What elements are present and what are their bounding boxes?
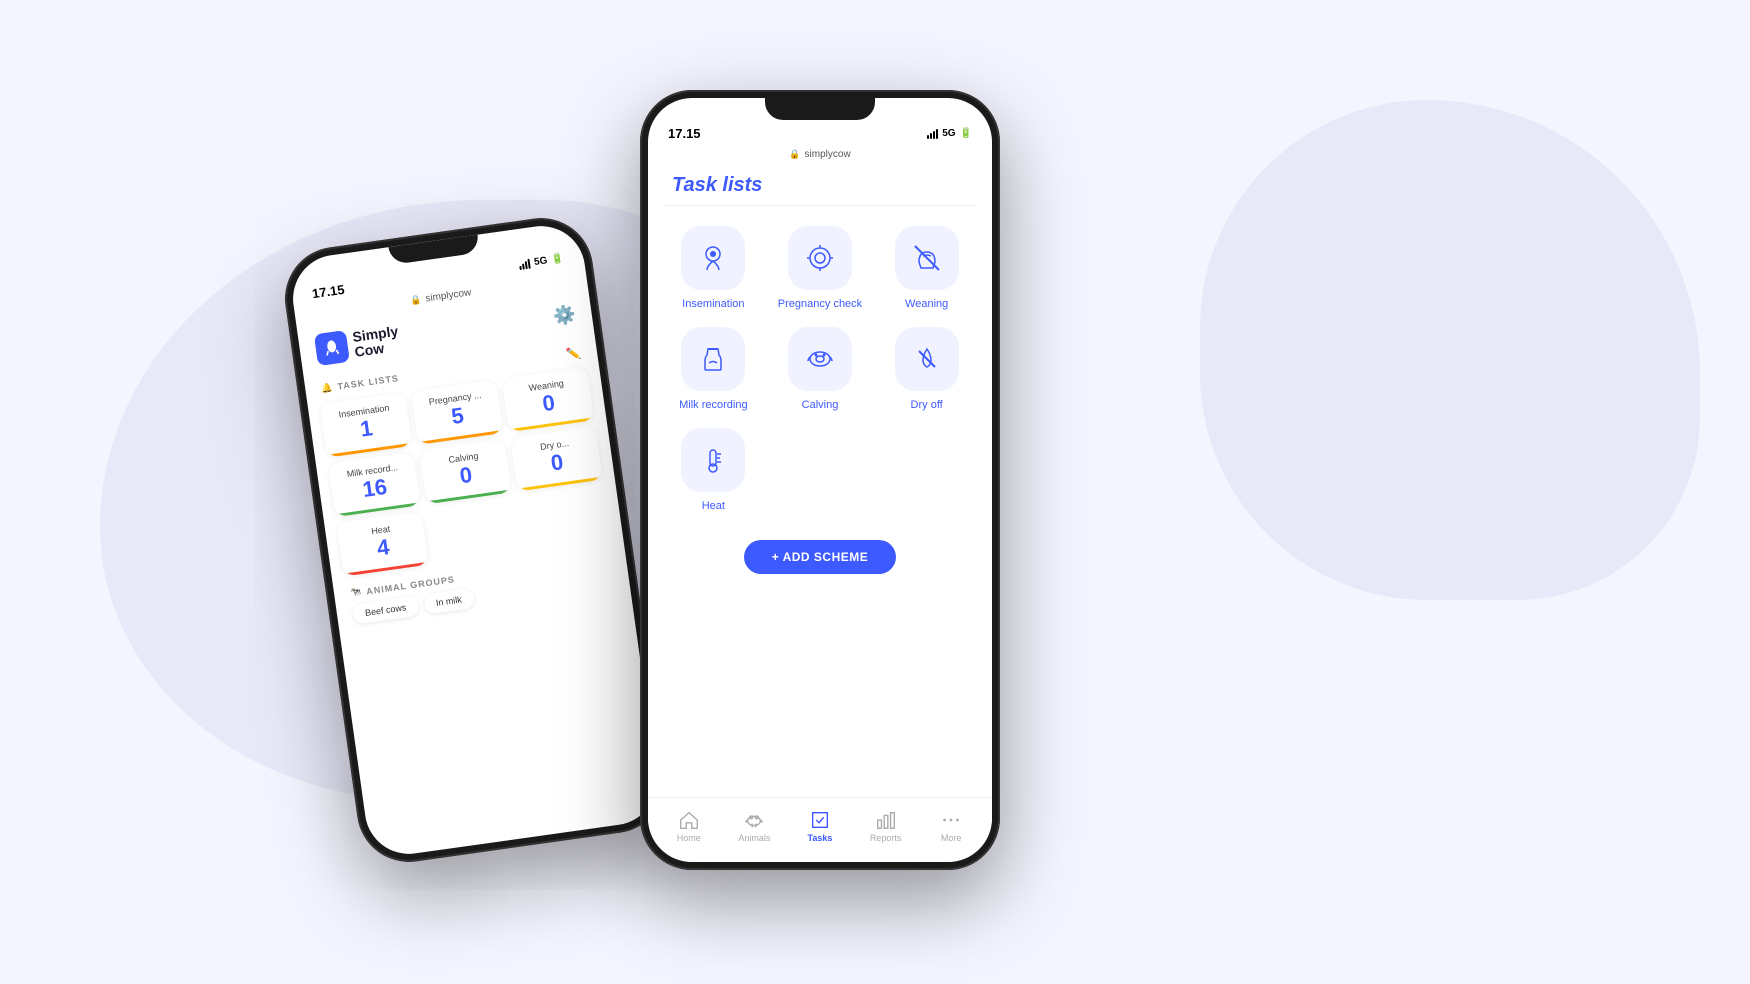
heat-icon-circle xyxy=(681,428,745,492)
animal-tag-milk[interactable]: In milk xyxy=(423,588,475,615)
logo-area: Simply Cow xyxy=(314,323,402,366)
tasks-label: Tasks xyxy=(808,833,833,843)
address-bar-front: 🔒 simplycow xyxy=(648,145,992,166)
dryoff-icon xyxy=(911,343,943,375)
task-item-insemination[interactable]: Insemination xyxy=(668,226,759,311)
nav-reports[interactable]: Reports xyxy=(862,809,910,843)
nav-more[interactable]: More xyxy=(927,809,975,843)
add-scheme-container: + ADD SCHEME xyxy=(648,540,992,574)
lock-icon-front: 🔒 xyxy=(789,149,800,160)
network-back: 5G xyxy=(533,255,548,268)
nav-animals[interactable]: Animals xyxy=(730,809,778,843)
task-card-heat[interactable]: Heat 4 xyxy=(336,511,429,576)
task-item-pregnancy[interactable]: Pregnancy check xyxy=(775,226,866,311)
time-back: 17.15 xyxy=(311,282,345,301)
lock-icon-back: 🔒 xyxy=(410,294,423,306)
home-icon xyxy=(678,809,700,831)
calving-icon-circle xyxy=(788,327,852,391)
add-scheme-button[interactable]: + ADD SCHEME xyxy=(744,540,897,574)
milk-label: Milk recording xyxy=(679,399,747,412)
animals-label: Animals xyxy=(738,833,770,843)
pregnancy-label: Pregnancy check xyxy=(778,298,862,311)
more-label: More xyxy=(941,833,962,843)
animal-tag-beef[interactable]: Beef cows xyxy=(352,596,420,625)
network-front: 5G xyxy=(942,128,955,139)
milk-icon-circle xyxy=(681,327,745,391)
phone-front-screen: 17.15 5G 🔋 🔒 simplycow Task xyxy=(648,98,992,862)
reports-icon xyxy=(875,809,897,831)
task-card-milk[interactable]: Milk record... 16 xyxy=(328,452,421,517)
task-item-milk[interactable]: Milk recording xyxy=(668,327,759,412)
task-card-dryoff[interactable]: Dry o... 0 xyxy=(510,426,603,491)
signal-icon-front xyxy=(927,129,938,139)
task-card-calving[interactable]: Calving 0 xyxy=(419,439,512,504)
weaning-icon xyxy=(911,242,943,274)
page-title: Task lists xyxy=(648,166,992,205)
insemination-icon-circle xyxy=(681,226,745,290)
url-front: simplycow xyxy=(805,149,851,160)
phone-back: 17.15 5G 🔋 🔒 simplycow xyxy=(278,211,671,868)
nav-home[interactable]: Home xyxy=(665,809,713,843)
bottom-nav: Home Animals xyxy=(648,797,992,862)
home-label: Home xyxy=(677,833,701,843)
dryoff-label: Dry off xyxy=(911,399,943,412)
weaning-icon-circle xyxy=(895,226,959,290)
pregnancy-icon xyxy=(804,242,836,274)
calving-label: Calving xyxy=(802,399,839,412)
task-card-pregnancy[interactable]: Pregnancy ... 5 xyxy=(411,380,504,445)
dryoff-icon-circle xyxy=(895,327,959,391)
insemination-icon xyxy=(697,242,729,274)
milk-icon xyxy=(697,343,729,375)
signal-icon-back xyxy=(519,258,531,269)
heat-icon xyxy=(697,444,729,476)
tasks-icon xyxy=(809,809,831,831)
nav-tasks[interactable]: Tasks xyxy=(796,809,844,843)
calving-icon xyxy=(804,343,836,375)
menu-icon[interactable]: ⚙️ xyxy=(552,303,577,327)
phone-front: 17.15 5G 🔋 🔒 simplycow Task xyxy=(640,90,1000,870)
status-icons-back: 5G 🔋 xyxy=(519,253,565,270)
task-item-heat[interactable]: Heat xyxy=(668,428,759,513)
weaning-label: Weaning xyxy=(905,298,948,311)
edit-icon[interactable]: ✏️ xyxy=(565,346,582,362)
phone-back-screen: 17.15 5G 🔋 🔒 simplycow xyxy=(287,220,662,859)
time-front: 17.15 xyxy=(668,126,701,141)
pregnancy-icon-circle xyxy=(788,226,852,290)
logo-icon xyxy=(314,330,350,366)
notch-front xyxy=(765,98,875,120)
insemination-label: Insemination xyxy=(682,298,744,311)
task-card-weaning[interactable]: Weaning 0 xyxy=(502,367,595,432)
front-task-grid: Insemination Pregnancy check xyxy=(648,206,992,524)
animals-icon xyxy=(743,809,765,831)
more-icon xyxy=(940,809,962,831)
logo-text: Simply Cow xyxy=(352,323,402,360)
battery-icon-back: 🔋 xyxy=(551,253,565,266)
reports-label: Reports xyxy=(870,833,902,843)
phones-container: 17.15 5G 🔋 🔒 simplycow xyxy=(0,0,1750,984)
task-item-calving[interactable]: Calving xyxy=(775,327,866,412)
heat-label: Heat xyxy=(702,500,725,513)
task-card-insemination[interactable]: Insemination 1 xyxy=(320,392,413,457)
battery-icon-front: 🔋 xyxy=(960,128,972,139)
url-back: simplycow xyxy=(425,287,472,304)
status-icons-front: 5G 🔋 xyxy=(927,128,972,139)
task-item-weaning[interactable]: Weaning xyxy=(881,226,972,311)
task-item-dryoff[interactable]: Dry off xyxy=(881,327,972,412)
